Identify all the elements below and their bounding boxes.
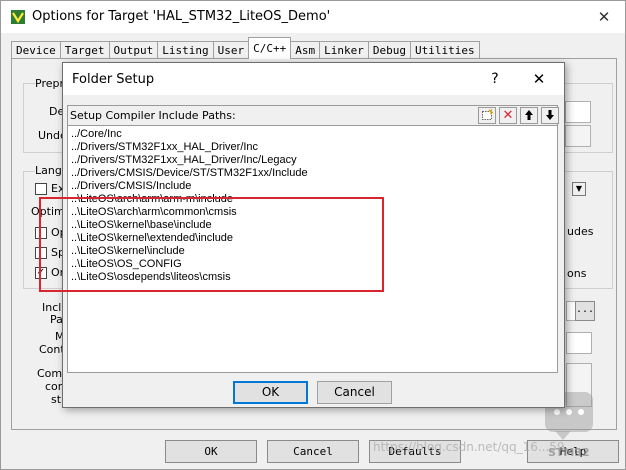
split-sections-checkbox[interactable]	[35, 247, 47, 259]
include-paths-header: Setup Compiler Include Paths: ✕	[67, 105, 559, 126]
list-item[interactable]: ..\LiteOS\kernel\extended\include	[71, 232, 233, 245]
delete-icon[interactable]: ✕	[499, 107, 517, 124]
tab-device[interactable]: Device	[11, 41, 61, 59]
warnings-dropdown-arrow-icon[interactable]: ▼	[572, 182, 586, 196]
list-item[interactable]: ..\LiteOS\arch\arm\arm-m\include	[71, 193, 233, 206]
options-tab-strip: Device Target Output Listing User C/C++ …	[11, 37, 480, 59]
options-window-title: Options for Target 'HAL_STM32_LiteOS_Dem…	[32, 9, 331, 24]
list-item[interactable]: ../Drivers/STM32F1xx_HAL_Driver/Inc/Lega…	[71, 154, 297, 167]
folder-setup-dialog: Folder Setup ? ✕ Setup Compiler Include …	[62, 62, 565, 408]
tab-listing[interactable]: Listing	[157, 41, 214, 59]
tab-utilities[interactable]: Utilities	[409, 41, 480, 59]
folder-setup-ok-button[interactable]: OK	[233, 381, 308, 404]
new-folder-icon[interactable]	[478, 107, 496, 124]
list-item[interactable]: ../Drivers/CMSIS/Device/ST/STM32F1xx/Inc…	[71, 167, 308, 180]
list-item[interactable]: ..\LiteOS\OS_CONFIG	[71, 258, 182, 271]
tab-c-cpp[interactable]: C/C++	[248, 37, 292, 59]
watermark-text: https://blog.csdn.net/qq_16...59	[373, 440, 565, 454]
options-ok-button[interactable]: OK	[165, 440, 257, 463]
folder-setup-title: Folder Setup	[72, 72, 155, 87]
options-titlebar: Options for Target 'HAL_STM32_LiteOS_Dem…	[1, 1, 625, 33]
options-cancel-button[interactable]: Cancel	[267, 440, 359, 463]
tab-debug[interactable]: Debug	[367, 41, 411, 59]
tab-asm[interactable]: Asm	[290, 41, 321, 59]
list-item[interactable]: ..\LiteOS\kernel\base\include	[71, 219, 212, 232]
list-item[interactable]: ..\LiteOS\arch\arm\common\cmsis	[71, 206, 237, 219]
keil-app-icon	[11, 10, 25, 24]
list-item[interactable]: ../Drivers/STM32F1xx_HAL_Driver/Inc	[71, 141, 258, 154]
optimize-time-checkbox[interactable]	[35, 227, 47, 239]
tab-output[interactable]: Output	[108, 41, 159, 59]
tab-target[interactable]: Target	[59, 41, 110, 59]
folder-setup-titlebar: Folder Setup ? ✕	[63, 63, 564, 95]
tab-linker[interactable]: Linker	[319, 41, 369, 59]
close-icon[interactable]: ✕	[526, 68, 552, 90]
include-paths-browse-button[interactable]: ...	[575, 301, 595, 321]
options-close-icon[interactable]: ✕	[591, 5, 617, 29]
undefine-input[interactable]	[565, 125, 591, 147]
list-item[interactable]: ../Core/Inc	[71, 128, 122, 141]
list-item[interactable]: ../Drivers/CMSIS/Include	[71, 180, 191, 193]
list-item[interactable]: ..\LiteOS\osdepends\liteos\cmsis	[71, 271, 231, 284]
execute-only-checkbox[interactable]	[35, 183, 47, 195]
one-elf-section-checkbox[interactable]: ✓	[35, 267, 47, 279]
strict-includes-label: udes	[567, 225, 594, 238]
tab-user[interactable]: User	[212, 41, 250, 59]
help-icon[interactable]: ?	[483, 68, 507, 90]
include-paths-list[interactable]: ../Core/Inc ../Drivers/STM32F1xx_HAL_Dri…	[67, 126, 558, 373]
gnu-extensions-label: ons	[567, 267, 587, 280]
list-item[interactable]: ..\LiteOS\kernel\include	[71, 245, 185, 258]
misc-controls-input[interactable]	[566, 332, 592, 354]
define-input[interactable]	[565, 101, 591, 123]
folder-setup-cancel-button[interactable]: Cancel	[317, 381, 392, 404]
watermark-brand: STM32	[548, 446, 590, 459]
move-down-icon[interactable]	[541, 107, 559, 124]
include-paths-header-label: Setup Compiler Include Paths:	[70, 109, 236, 122]
move-up-icon[interactable]	[520, 107, 538, 124]
